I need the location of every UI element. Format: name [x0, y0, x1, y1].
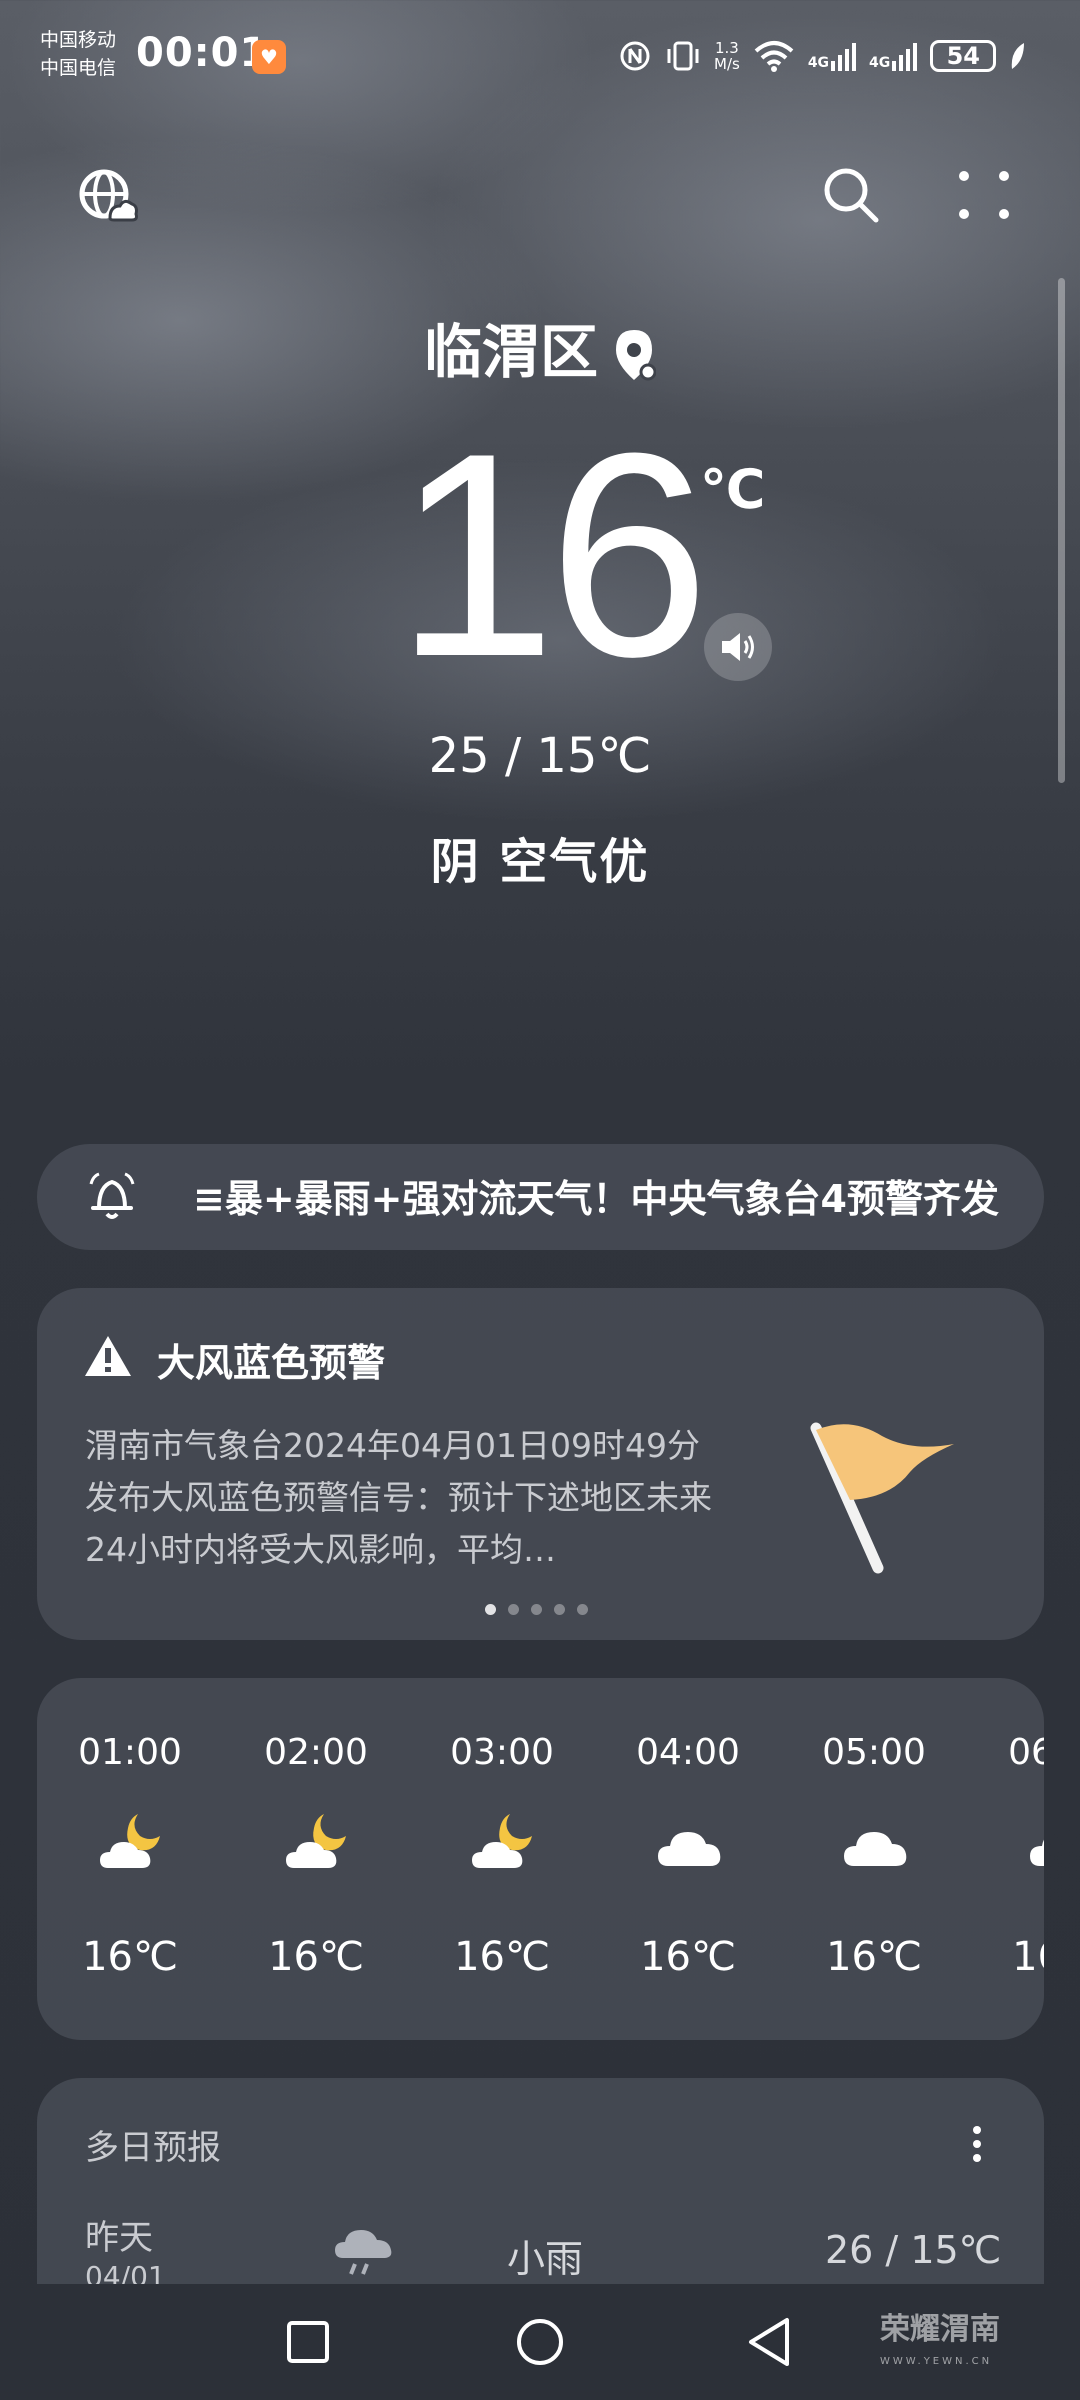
pager-dot[interactable]	[531, 1604, 542, 1615]
daily-forecast-title: 多日预报	[85, 2128, 221, 2168]
more-options-icon[interactable]	[954, 166, 1014, 226]
ticker-text: ≡暴+暴雨+强对流天气！中央气象台4预警齐发	[193, 1177, 999, 1221]
hour-temp: 16℃	[826, 1934, 922, 1980]
watermark-logo: 荣耀渭南 WWW.YEWN.CN	[880, 2314, 1000, 2378]
pager-dot[interactable]	[485, 1604, 496, 1615]
cloud-moon-icon	[472, 1814, 532, 1868]
hour-time: 05:00	[822, 1732, 926, 1773]
weather-condition: 阴 空气优	[430, 834, 650, 890]
hour-time: 06:00	[1008, 1732, 1044, 1773]
leaf-icon	[1012, 43, 1025, 69]
carrier-1: 中国移动	[40, 29, 117, 51]
search-icon[interactable]	[822, 166, 880, 224]
signal-bars-icon	[831, 43, 857, 71]
temperature-range: 25 / 15℃	[428, 728, 652, 784]
cloud-icon	[658, 1832, 721, 1866]
globe-weather-icon[interactable]	[76, 166, 138, 228]
wifi-icon	[754, 41, 794, 72]
cloud-moon-icon	[286, 1814, 346, 1868]
network-speed: 1.3 M/s	[714, 40, 740, 72]
location-pin-icon	[616, 329, 656, 381]
pager-dot[interactable]	[554, 1604, 565, 1615]
news-ticker[interactable]: ≡暴+暴雨+强对流天气！中央气象台4预警齐发	[37, 1144, 1044, 1250]
signal-2: 4G	[869, 41, 918, 71]
warning-pager[interactable]	[485, 1604, 588, 1615]
temperature-unit: ℃	[700, 458, 766, 521]
health-app-icon: ♥	[252, 40, 286, 74]
bell-icon	[89, 1172, 135, 1219]
home-button[interactable]	[508, 2310, 572, 2374]
navigation-bar: 荣耀渭南 WWW.YEWN.CN	[0, 2284, 1080, 2400]
pager-dot[interactable]	[508, 1604, 519, 1615]
day-name: 昨天	[85, 2218, 153, 2258]
current-temperature: 16	[395, 393, 710, 717]
speed-unit: M/s	[714, 55, 740, 73]
watermark-url: WWW.YEWN.CN	[880, 2356, 993, 2367]
pager-dot[interactable]	[577, 1604, 588, 1615]
warning-title: 大风蓝色预警	[157, 1341, 386, 1385]
vibrate-icon	[667, 41, 699, 71]
hour-temp: 16℃	[454, 1934, 550, 1980]
status-time: 00:01	[136, 30, 269, 76]
warning-icon	[85, 1336, 131, 1376]
status-icons: 1.3 M/s 4G 4G 54	[618, 34, 1026, 78]
watermark-text: 荣耀渭南	[880, 2312, 1000, 2347]
hour-temp: 16℃	[82, 1934, 178, 1980]
more-vertical-icon[interactable]	[967, 2124, 987, 2164]
hour-temp: 16℃	[1012, 1934, 1044, 1980]
hour-temp: 16℃	[640, 1934, 736, 1980]
hour-time: 04:00	[636, 1732, 740, 1773]
circle-icon	[517, 2319, 563, 2365]
back-button[interactable]	[738, 2310, 802, 2374]
hour-time: 01:00	[78, 1732, 182, 1773]
hour-temp: 16℃	[268, 1934, 364, 1980]
day-temperature-range: 26 / 15℃	[825, 2228, 1002, 2272]
rain-icon	[335, 2230, 392, 2275]
cloud-icon	[844, 1832, 907, 1866]
battery-indicator: 54	[930, 40, 997, 72]
cloud-icon	[1030, 1839, 1044, 1866]
signal-2-label: 4G	[869, 55, 891, 71]
signal-1: 4G	[808, 41, 857, 71]
weather-warning-card[interactable]: 大风蓝色预警 渭南市气象台2024年04月01日09时49分发布大风蓝色预警信号…	[37, 1288, 1044, 1640]
speed-value: 1.3	[714, 39, 739, 57]
nfc-icon	[620, 41, 650, 71]
city-name: 临渭区	[423, 318, 598, 386]
signal-1-label: 4G	[807, 55, 830, 71]
location-title[interactable]: 临渭区	[0, 305, 1080, 389]
carrier-2: 中国电信	[40, 57, 117, 79]
warning-description: 渭南市气象台2024年04月01日09时49分发布大风蓝色预警信号：预计下述地区…	[85, 1426, 712, 1569]
hour-time: 03:00	[450, 1732, 554, 1773]
recent-apps-button[interactable]	[276, 2310, 340, 2374]
speaker-button[interactable]	[704, 613, 772, 681]
cloud-moon-icon	[100, 1814, 160, 1868]
hour-time: 02:00	[264, 1732, 368, 1773]
carrier-info: 中国移动 中国电信	[40, 26, 116, 82]
signal-bars-icon	[892, 43, 918, 71]
warning-flag-icon	[810, 1422, 954, 1574]
speaker-icon	[722, 633, 754, 661]
day-condition: 小雨	[507, 2237, 584, 2281]
square-icon	[287, 2321, 329, 2363]
triangle-back-icon	[749, 2318, 789, 2366]
hourly-forecast[interactable]: 01:00 16℃ 02:00 16℃ 03:00 16℃ 04:00 16℃ …	[37, 1678, 1044, 2040]
